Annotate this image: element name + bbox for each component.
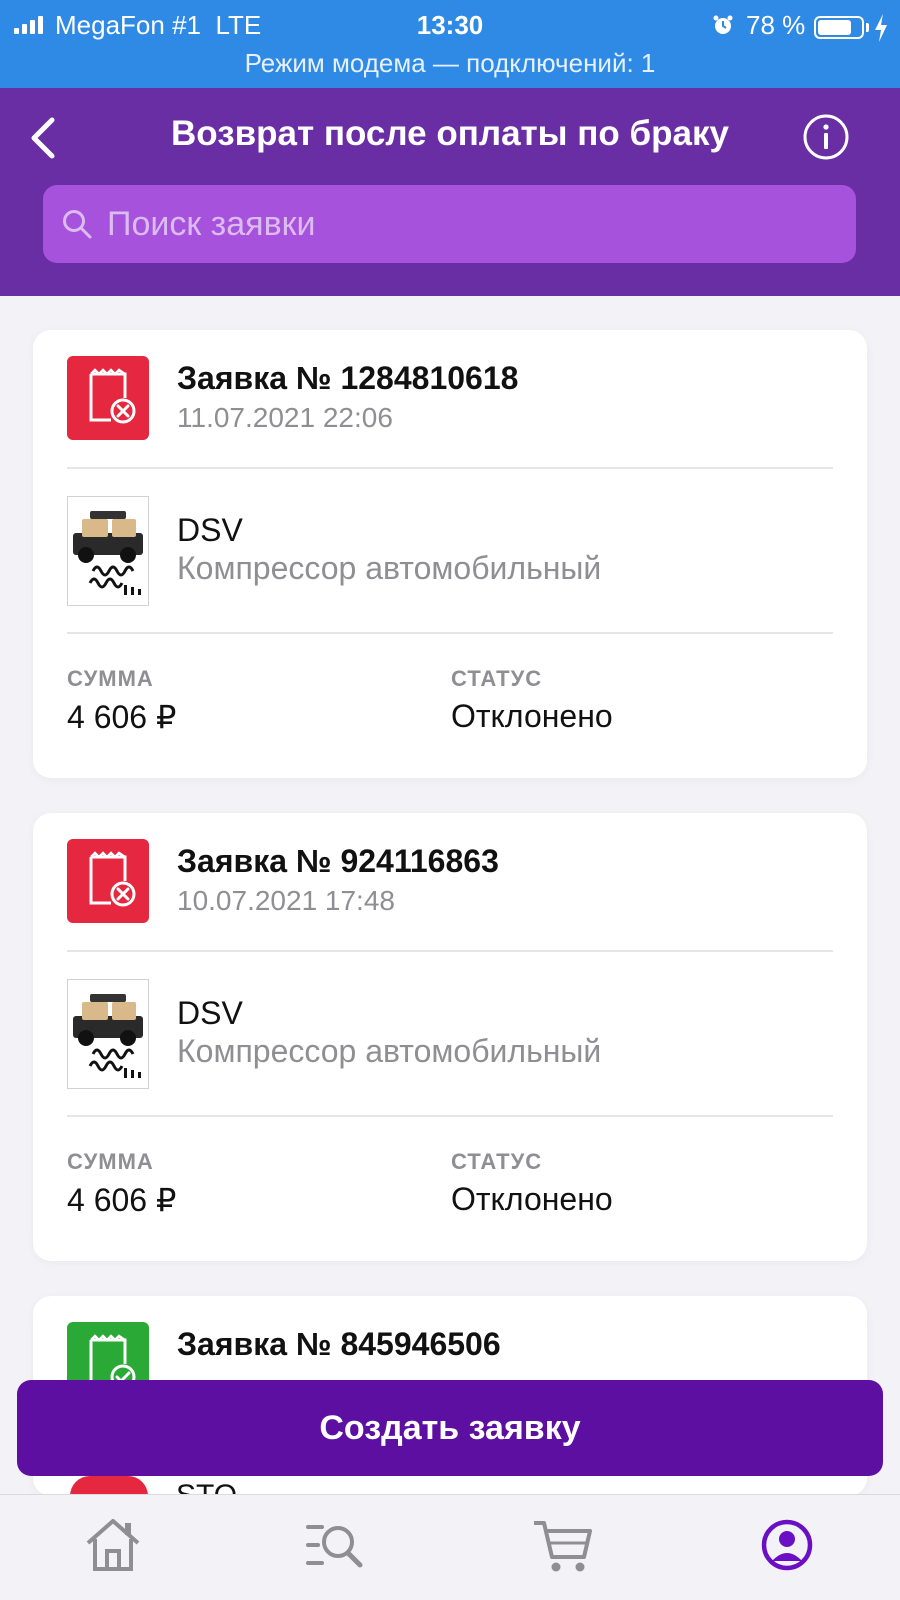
status-value: Отклонено	[451, 1181, 613, 1217]
page-title: Возврат после оплаты по браку	[171, 114, 729, 153]
product-brand: STO	[176, 1479, 238, 1496]
sum-label: СУММА	[67, 666, 154, 691]
divider	[67, 632, 833, 634]
request-card[interactable]: Заявка № 924116863 10.07.2021 17:48 DSV …	[33, 813, 867, 1261]
profile-icon[interactable]	[752, 1513, 822, 1577]
search-input[interactable]	[107, 185, 837, 263]
status-bar: MegaFon #1 LTE 13:30 78 % Режим модема —…	[0, 0, 900, 88]
cart-icon[interactable]	[528, 1513, 598, 1577]
sum-label: СУММА	[67, 1149, 154, 1174]
request-number: Заявка № 924116863	[177, 843, 499, 879]
catalog-search-icon[interactable]	[300, 1513, 370, 1577]
request-card[interactable]: Заявка № 1284810618 11.07.2021 22:06 DSV…	[33, 330, 867, 778]
info-circle-icon[interactable]	[802, 113, 850, 161]
divider	[67, 1115, 833, 1117]
hotspot-banner[interactable]: Режим модема — подключений: 1	[0, 48, 900, 79]
home-icon[interactable]	[78, 1513, 148, 1577]
receipt-rejected-icon	[67, 356, 149, 440]
request-date: 10.07.2021 17:48	[177, 885, 395, 916]
divider	[67, 467, 833, 469]
product-image	[67, 979, 149, 1089]
charging-bolt-icon	[875, 14, 887, 42]
receipt-rejected-icon	[70, 1476, 148, 1496]
receipt-rejected-icon	[67, 839, 149, 923]
tab-bar	[0, 1494, 900, 1600]
search-icon	[63, 210, 92, 239]
product-name: Компрессор автомобильный	[177, 1033, 602, 1069]
product-brand: DSV	[177, 995, 243, 1031]
product-image	[67, 496, 149, 606]
status-label: СТАТУС	[451, 666, 543, 691]
battery-percent: 78 %	[746, 10, 806, 40]
status-value: Отклонено	[451, 698, 613, 734]
alarm-icon	[713, 15, 733, 34]
create-request-button[interactable]: Создать заявку	[17, 1380, 883, 1476]
divider	[67, 950, 833, 952]
battery-fill	[818, 20, 851, 35]
status-label: СТАТУС	[451, 1149, 543, 1174]
request-number: Заявка № 1284810618	[177, 360, 519, 396]
product-name: Компрессор автомобильный	[177, 550, 602, 586]
request-date: 11.07.2021 22:06	[177, 402, 393, 433]
chevron-left-icon[interactable]	[20, 108, 70, 168]
header: Возврат после оплаты по браку	[0, 88, 900, 296]
request-number: Заявка № 845946506	[177, 1326, 501, 1362]
battery-cap	[866, 23, 869, 32]
battery-icon	[814, 16, 864, 39]
sum-value: 4 606 ₽	[67, 699, 177, 735]
search-bar[interactable]	[43, 185, 856, 263]
product-brand: DSV	[177, 512, 243, 548]
sum-value: 4 606 ₽	[67, 1182, 177, 1218]
